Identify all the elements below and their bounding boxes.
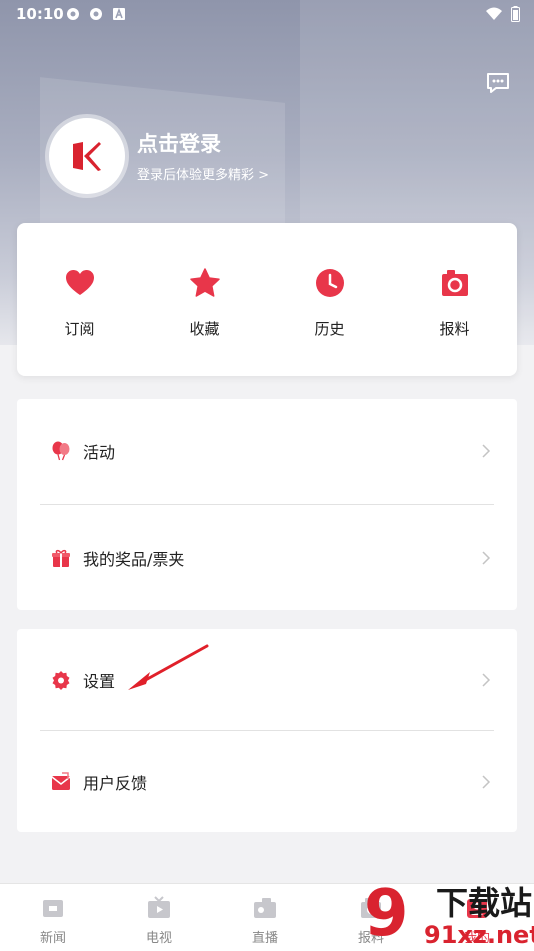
chevron-right-icon: [482, 672, 491, 687]
watermark-domain: 91xz.net: [424, 921, 534, 949]
wifi-icon: [486, 7, 502, 20]
nav-tab-label: 直播: [251, 931, 278, 946]
list-item-settings[interactable]: 设置: [17, 629, 517, 730]
list-item-activities[interactable]: 活动: [17, 399, 517, 503]
app-notification-icon: [90, 8, 102, 20]
nav-tab-label: 新闻: [39, 931, 66, 946]
quick-action-label: 订阅: [64, 320, 95, 338]
nav-tab-tv[interactable]: 电视: [106, 884, 212, 951]
quick-action-favorites[interactable]: 收藏: [142, 223, 267, 376]
app-notification-icon: [67, 8, 79, 20]
gear-icon: [52, 670, 70, 690]
quick-action-subscribe[interactable]: 订阅: [17, 223, 142, 376]
status-time: 10:10: [16, 5, 64, 23]
list-item-label: 活动: [83, 443, 116, 462]
battery-icon: [511, 6, 520, 22]
font-notification-icon: [113, 7, 125, 20]
star-icon: [189, 268, 220, 297]
camera-icon: [441, 270, 468, 296]
nav-tab-news[interactable]: 新闻: [0, 884, 106, 951]
message-icon[interactable]: [485, 70, 511, 96]
chevron-right-icon: [482, 774, 491, 789]
heart-icon: [65, 270, 94, 295]
nav-tab-label: 电视: [145, 931, 172, 946]
app-logo-icon: [73, 142, 101, 171]
list-item-label: 设置: [83, 671, 116, 691]
watermark: 9 下载站 91xz.net: [358, 879, 534, 950]
quick-action-report[interactable]: 报料: [392, 223, 517, 376]
list-item-feedback[interactable]: 用户反馈: [17, 731, 517, 832]
quick-action-label: 历史: [314, 320, 345, 338]
quick-action-history[interactable]: 历史: [267, 223, 392, 376]
quick-action-label: 报料: [439, 320, 470, 338]
watermark-brand: 下载站: [436, 884, 533, 922]
list-group-activities: 活动 我的奖品/票夹: [17, 399, 517, 610]
watermark-mark: 9: [364, 877, 409, 951]
login-title[interactable]: 点击登录: [137, 128, 221, 158]
list-group-settings: 设置 用户反馈: [17, 629, 517, 832]
login-subtitle[interactable]: 登录后体验更多精彩 >: [137, 164, 269, 183]
chevron-right-icon: [482, 444, 491, 458]
live-camera-icon: [254, 898, 276, 918]
quick-action-label: 收藏: [189, 320, 220, 338]
list-item-prizes[interactable]: 我的奖品/票夹: [17, 506, 517, 610]
list-item-label: 我的奖品/票夹: [83, 550, 185, 569]
gift-icon: [52, 549, 70, 567]
list-item-label: 用户反馈: [83, 773, 148, 793]
divider: [40, 504, 494, 505]
chevron-right-icon: [482, 551, 491, 565]
balloon-icon: [52, 441, 70, 461]
status-bar: 10:10: [0, 0, 534, 28]
clock-icon: [315, 269, 344, 297]
nav-tab-live[interactable]: 直播: [212, 884, 318, 951]
tv-icon: [148, 896, 170, 918]
avatar[interactable]: [49, 118, 125, 194]
news-icon: [43, 900, 63, 917]
quick-actions-card: 订阅 收藏 历史 报料: [17, 223, 517, 376]
mail-icon: [51, 771, 71, 790]
